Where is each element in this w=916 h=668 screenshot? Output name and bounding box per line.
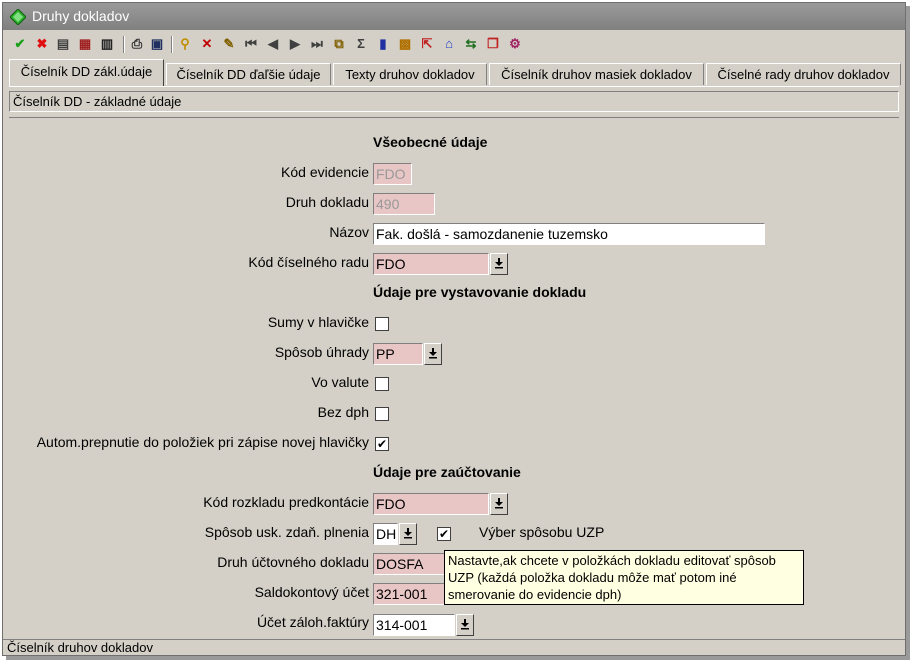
check-mark-icon: ✔ [376, 437, 388, 451]
dropdown-arrow-icon [460, 618, 470, 633]
home-icon[interactable]: ⌂ [441, 36, 457, 52]
saldokontovy-ucet-field[interactable]: 321-001 [373, 583, 447, 605]
sposob-uhrady-dropdown-button[interactable] [424, 343, 442, 365]
section-accounting-title: Údaje pre zaúčtovanie [373, 464, 521, 480]
ucet-zaloh-label: Účet záloh.faktúry [256, 614, 369, 630]
bez-dph-checkbox[interactable] [375, 407, 389, 421]
calendar-icon[interactable]: ▩ [397, 36, 413, 52]
tab-ciselne-rady[interactable]: Číselné rady druhov dokladov [706, 63, 901, 85]
filter-select-icon[interactable]: ✎ [221, 36, 237, 52]
toolbar-separator [171, 36, 173, 53]
dropdown-arrow-icon [494, 497, 504, 512]
kod-ciselneho-radu-dropdown-button[interactable] [490, 253, 508, 275]
kod-evidencie-label: Kód evidencie [281, 164, 369, 180]
copy-record-icon[interactable]: ▦ [77, 36, 93, 52]
nazov-field[interactable]: Fak. došlá - samozdanenie tuzemsko [373, 223, 765, 245]
dropdown-arrow-icon [403, 527, 413, 542]
first-record-icon[interactable]: ⏮ [243, 36, 259, 52]
druh-uctovneho-field[interactable]: DOSFA [373, 553, 447, 575]
sposob-uhrady-label: Spôsob úhrady [274, 344, 369, 360]
nazov-label: Názov [329, 224, 369, 240]
vo-valute-label: Vo valute [311, 374, 369, 390]
kod-ciselneho-radu-label: Kód číselného radu [248, 254, 369, 270]
panel-header: Číselník DD - základné údaje [9, 91, 899, 112]
sumy-v-hlavicke-checkbox[interactable] [375, 317, 389, 331]
export-icon[interactable]: ⇱ [419, 36, 435, 52]
clear-filter-icon[interactable]: ✕ [199, 36, 215, 52]
vo-valute-checkbox[interactable] [375, 377, 389, 391]
status-bar: Číselník druhov dokladov [3, 639, 905, 655]
sposob-usk-field[interactable]: DH [373, 523, 398, 545]
druh-uctovneho-label: Druh účtovného dokladu [217, 554, 369, 570]
find-icon[interactable]: ⧉ [331, 36, 347, 52]
ucet-zaloh-field[interactable]: 314-001 [373, 614, 455, 636]
kod-rozkladu-label: Kód rozkladu predkontácie [203, 494, 369, 510]
kod-rozkladu-dropdown-button[interactable] [490, 493, 508, 515]
toolbar-separator [123, 36, 125, 53]
tab-strip: Číselník DD zákl.údaje Číselník DD ďaľši… [3, 59, 905, 86]
druh-dokladu-field[interactable]: 490 [373, 193, 435, 215]
kod-ciselneho-radu-field[interactable]: FDO [373, 253, 489, 275]
title-bar: Druhy dokladov [3, 3, 905, 30]
kod-rozkladu-field[interactable]: FDO [373, 493, 489, 515]
toolbar: ✔ ✖ ▤ ▦ ▥ ⎙ ▣ ⚲ ✕ ✎ ⏮ ◀ ▶ ⏭ ⧉ Σ ▮ ▩ ⇱ ⌂ ⇆ ❐ ⚙ [3, 31, 905, 57]
autom-prepnutie-label: Autom.prepnutie do položiek pri zápise n… [36, 434, 369, 450]
filter-icon[interactable]: ⚲ [177, 36, 193, 52]
autom-prepnutie-checkbox[interactable]: ✔ [375, 437, 389, 451]
sum-icon[interactable]: Σ [353, 36, 369, 52]
book-icon[interactable]: ▮ [375, 36, 391, 52]
section-general-title: Všeobecné údaje [373, 134, 488, 150]
tab-ciselnik-dd-dalsie-udaje[interactable]: Číselník DD ďaľšie údaje [166, 63, 331, 85]
insert-record-icon[interactable]: ▤ [55, 36, 71, 52]
druh-dokladu-label: Druh dokladu [285, 194, 369, 210]
settings-icon[interactable]: ⚙ [507, 36, 523, 52]
transfer-icon[interactable]: ⇆ [463, 36, 479, 52]
windows-icon[interactable]: ❐ [485, 36, 501, 52]
section-issue-title: Údaje pre vystavovanie dokladu [373, 284, 587, 300]
preview-icon[interactable]: ▣ [149, 36, 165, 52]
vyber-uzp-label: Výber spôsobu UZP [479, 524, 605, 540]
bez-dph-label: Bez dph [317, 404, 369, 420]
saldokontovy-ucet-label: Saldokontový účet [254, 584, 369, 600]
prev-record-icon[interactable]: ◀ [265, 36, 281, 52]
tab-ciselnik-dd-zakl-udaje[interactable]: Číselník DD zákl.údaje [9, 59, 164, 86]
vyber-uzp-checkbox[interactable]: ✔ [437, 527, 451, 541]
sposob-uhrady-field[interactable]: PP [373, 343, 423, 365]
dropdown-arrow-icon [494, 257, 504, 272]
check-mark-icon: ✔ [438, 527, 450, 541]
print-icon[interactable]: ⎙ [129, 36, 145, 52]
window-title: Druhy dokladov [32, 8, 130, 24]
next-record-icon[interactable]: ▶ [287, 36, 303, 52]
dropdown-arrow-icon [428, 347, 438, 362]
ucet-zaloh-dropdown-button[interactable] [456, 614, 474, 636]
sposob-usk-label: Spôsob usk. zdaň. plnenia [204, 524, 369, 540]
kod-evidencie-field[interactable]: FDO [373, 163, 412, 185]
confirm-icon[interactable]: ✔ [12, 36, 28, 52]
last-record-icon[interactable]: ⏭ [309, 36, 325, 52]
cancel-icon[interactable]: ✖ [34, 36, 50, 52]
help-tooltip: Nastavte,ak chcete v položkách dokladu e… [444, 550, 804, 605]
tab-texty-druhov-dokladov[interactable]: Texty druhov dokladov [333, 63, 487, 85]
sumy-v-hlavicke-label: Sumy v hlavičke [267, 314, 369, 330]
delete-record-icon[interactable]: ▥ [99, 36, 115, 52]
sposob-usk-dropdown-button[interactable] [399, 523, 417, 545]
tab-ciselnik-druhov-masiek[interactable]: Číselník druhov masiek dokladov [489, 63, 704, 85]
app-diamond-icon [10, 9, 26, 25]
